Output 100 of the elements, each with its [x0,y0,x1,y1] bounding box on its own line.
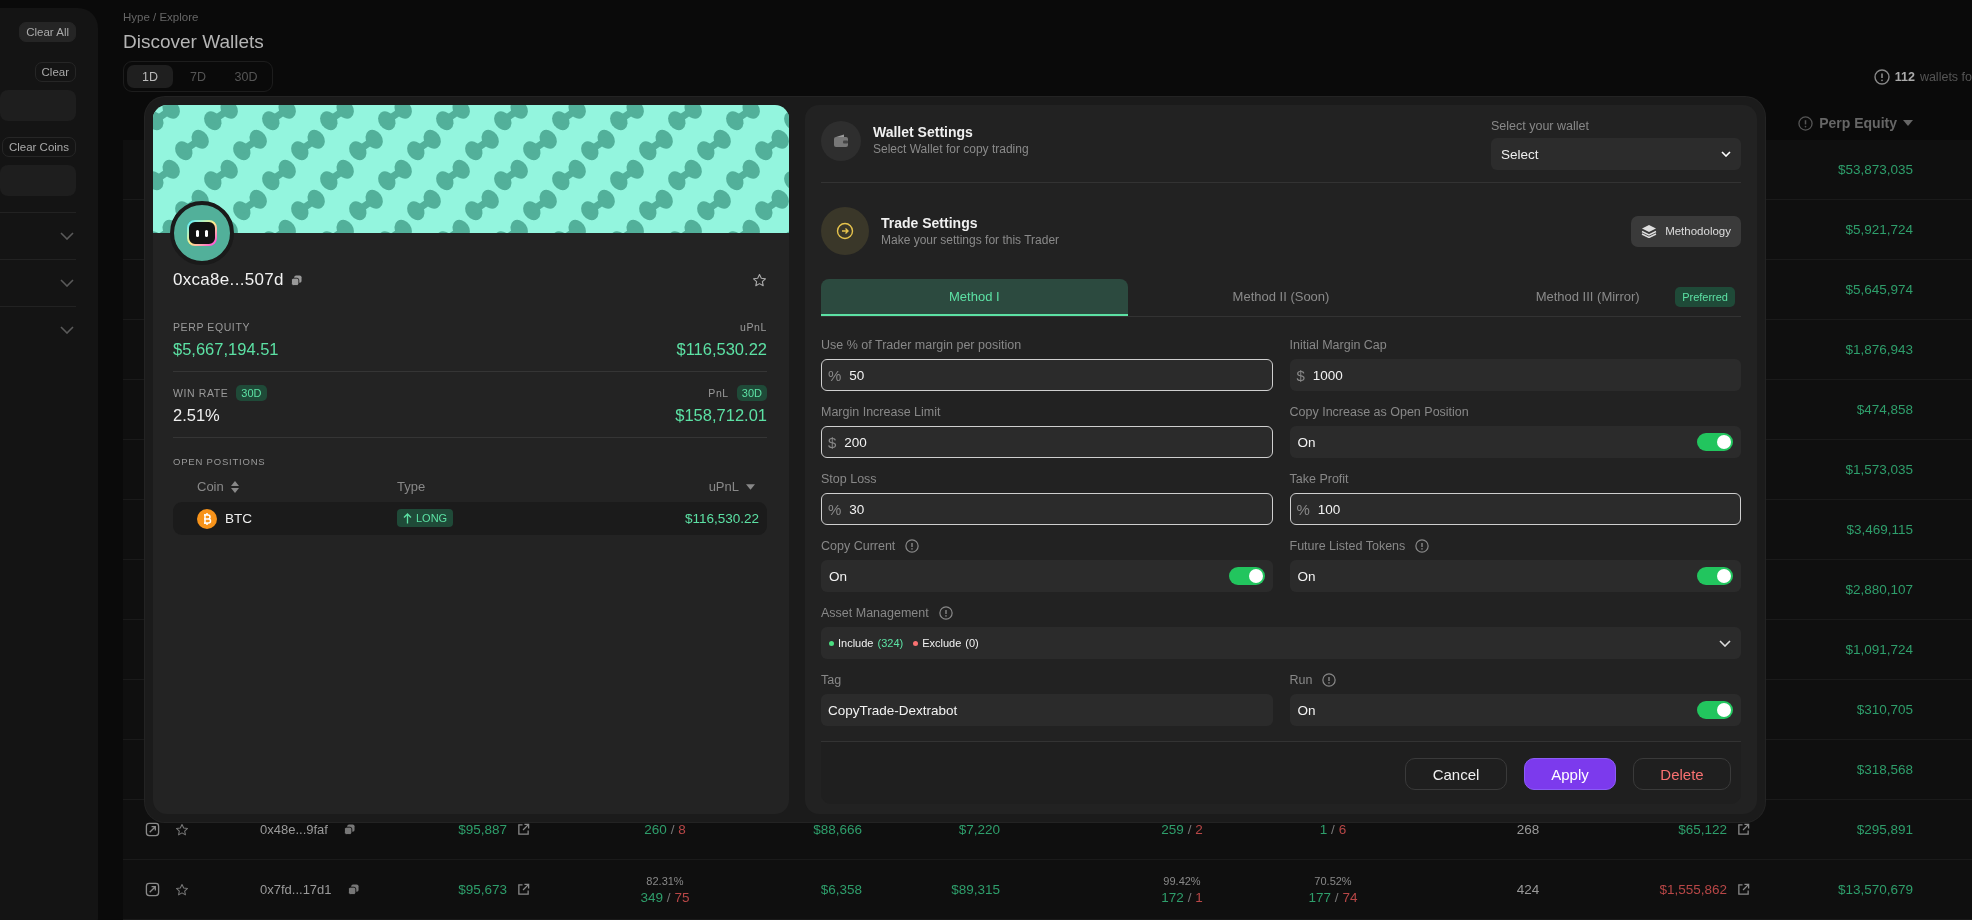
info-icon[interactable] [1415,539,1430,553]
input-field[interactable]: % 50 [821,359,1273,391]
table-cell: $310,705 [1856,702,1913,717]
table-cell: $88,666 [813,822,862,837]
field-label: Future Listed Tokens [1289,539,1406,553]
breadcrumb: Hype / Explore [123,11,200,25]
position-type: LONG [416,512,448,525]
table-cell: $5,921,724 [1845,222,1913,237]
method-tab[interactable]: Method III (Mirror) Preferred [1434,279,1741,316]
info-icon[interactable] [1322,673,1337,687]
toggle-switch[interactable] [1697,433,1733,451]
asset-group-label: Include [838,637,874,649]
section-title: Wallet Settings [873,124,974,140]
table-row[interactable]: 0x7fd...17d1 $95,673 82.31% 349 / 75 $6,358 $89,315 99.42% 172 / 1 70.52% 177 / 74 424 $1,555,862 $13,570,679 [123,860,1972,920]
method-tab[interactable]: Method I [821,279,1128,316]
table-cell: $2,880,107 [1845,582,1913,597]
copy-icon[interactable] [290,274,302,286]
asset-group-label: Exclude [922,637,962,649]
external-link-icon[interactable] [1737,823,1750,836]
table-cell: $3,469,115 [1846,522,1913,537]
clear-button[interactable]: Clear Coins [1,137,76,157]
period-badge: 30D [736,385,767,401]
field-label: Copy Increase as Open Position [1289,405,1469,419]
copy-icon[interactable] [347,884,359,895]
input-field[interactable]: $ 1000 [1289,359,1741,391]
method-tab[interactable]: Method II (Soon) [1127,279,1435,316]
wallet-select[interactable]: Select [1491,138,1741,170]
layers-icon [1641,224,1658,238]
rate-text: 99.42% [1163,874,1201,887]
table-cell: $65,122 [1678,822,1727,837]
bitcoin-icon [197,508,217,529]
external-link-icon[interactable] [517,823,530,836]
table-cell: $1,876,943 [1845,342,1913,357]
table-cell: $6,358 [820,882,862,897]
chevron-down-icon[interactable] [60,279,74,287]
section-subtitle: Select Wallet for copy trading [873,142,1029,156]
dialog-button[interactable]: Cancel [1405,758,1507,790]
position-upnl: $116,530.22 [684,511,759,526]
field-label: Run [1289,673,1313,687]
table-cell: $5,645,974 [1845,282,1913,297]
table-cell: $1,091,724 [1845,642,1913,657]
table-cell: $89,315 [951,882,1000,897]
field-label: Take Profit [1289,472,1349,486]
table-cell: $53,873,035 [1837,162,1913,177]
column-header[interactable]: Type [397,479,426,494]
external-link-icon[interactable] [517,883,530,896]
toggle-switch[interactable] [1228,567,1265,585]
info-icon[interactable] [905,539,920,553]
field-label: Margin Increase Limit [821,405,941,419]
position-row[interactable]: BTC LONG $116,530.22 [173,502,767,535]
section-subtitle: Make your settings for this Trader [881,233,1060,247]
column-header[interactable]: Coin [197,479,224,494]
preferred-badge: Preferred [1675,287,1735,307]
chevron-down-icon [1719,639,1731,647]
stat-value: $158,712.01 [675,406,767,425]
wallet-address[interactable]: 0x7fd...17d1 [260,882,332,897]
copy-icon[interactable] [343,824,355,835]
asset-group-count: (0) [965,637,979,649]
coin-name: BTC [225,511,252,526]
stat-value: $5,667,194.51 [173,340,280,359]
table-cell: $318,568 [1856,762,1913,777]
star-icon[interactable] [175,822,189,837]
clear-button[interactable]: Clear All [19,22,76,42]
toggle-switch[interactable] [1697,567,1733,585]
star-icon[interactable] [175,882,189,897]
info-icon[interactable] [938,606,953,620]
toggle-value: On [829,568,847,584]
table-cell: 424 [1516,882,1540,897]
toggle-value: On [1297,702,1316,718]
star-icon[interactable] [752,272,767,288]
table-cell: $13,570,679 [1837,882,1913,897]
input-field[interactable]: % 30 [821,493,1273,525]
sort-caret-icon[interactable] [1903,120,1913,126]
toggle-switch[interactable] [1697,701,1733,719]
text-field[interactable]: CopyTrade-Dextrabot [821,694,1273,726]
chevron-down-icon[interactable] [60,232,74,240]
table-cell: $474,858 [1856,402,1913,417]
field-label: Initial Margin Cap [1289,338,1387,352]
dialog-button[interactable]: Delete [1633,758,1731,790]
dialog-button[interactable]: Apply [1524,758,1616,790]
info-icon [1798,115,1814,131]
field-label: Use % of Trader margin per position [821,338,1022,352]
wallet-icon [821,121,861,161]
field-label: Tag [821,673,842,687]
methodology-button[interactable]: Methodology [1631,215,1741,247]
clear-button[interactable]: Clear [34,62,76,82]
table-cell: $95,887 [458,822,507,837]
external-link-icon[interactable] [1737,883,1750,896]
wallet-address[interactable]: 0x48e...9faf [260,822,328,837]
column-header[interactable]: uPnL [708,479,739,494]
input-field[interactable]: $ 200 [821,426,1273,458]
field-label: Select your wallet [1491,119,1590,133]
asset-dropdown[interactable]: Include (324) Exclude (0) [821,627,1741,659]
stat-value: $116,530.22 [676,340,767,359]
input-field[interactable]: % 100 [1289,493,1741,525]
sort-icon[interactable] [230,480,239,493]
table-cell: 268 [1516,822,1540,837]
sort-caret-icon[interactable] [746,483,755,490]
chevron-down-icon[interactable] [60,326,74,334]
period-tab[interactable]: 1D [127,65,173,88]
